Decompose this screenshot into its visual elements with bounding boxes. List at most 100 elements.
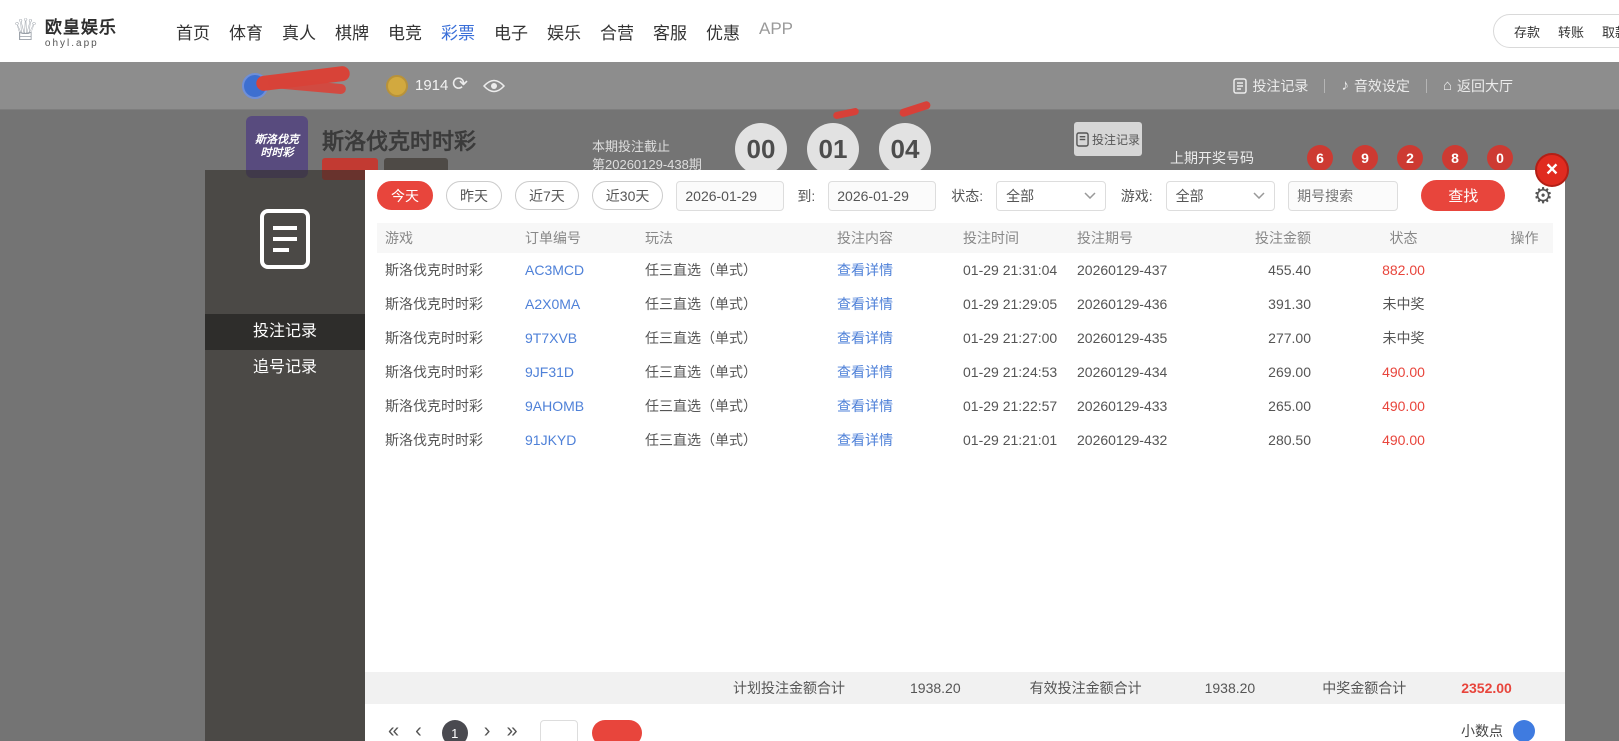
document-icon	[1076, 131, 1089, 147]
cell-status: 490.00	[1382, 398, 1425, 414]
status-select[interactable]: 全部	[996, 180, 1106, 211]
nav-item-promo[interactable]: 优惠	[706, 19, 740, 44]
game-select[interactable]: 全部	[1165, 180, 1276, 211]
gear-icon[interactable]: ⚙	[1533, 184, 1553, 207]
banner-bet-records-button[interactable]: 投注记录	[1074, 122, 1142, 156]
cell-time: 01-29 21:31:04	[963, 262, 1058, 278]
order-link[interactable]: 91JKYD	[517, 432, 637, 448]
top-navbar: ♕ 欧皇娱乐 ohyl.app 首页 体育 真人 棋牌 电竞 彩票 电子 娱乐 …	[0, 0, 1619, 62]
countdown-hours: 00	[735, 123, 787, 175]
decimal-toggle[interactable]	[1513, 720, 1535, 741]
table-row: 斯洛伐克时时彩 AC3MCD 任三直选（单式） 查看详情 01-29 21:31…	[377, 253, 1553, 287]
eye-icon[interactable]	[482, 79, 506, 98]
first-page-icon[interactable]: «	[388, 721, 399, 741]
nav-item-entertainment[interactable]: 娱乐	[547, 19, 581, 44]
last-draw-label: 上期开奖号码	[1170, 150, 1254, 166]
filter-yesterday-button[interactable]: 昨天	[446, 181, 502, 210]
filter-7days-button[interactable]: 近7天	[515, 181, 579, 210]
decimal-toggle-group: 小数点	[1461, 720, 1535, 741]
view-details-link[interactable]: 查看详情	[829, 430, 955, 450]
order-link[interactable]: 9JF31D	[517, 364, 637, 380]
game-logo: 斯洛伐克时时彩	[246, 116, 308, 178]
cell-amount: 265.00	[1268, 398, 1311, 414]
view-details-link[interactable]: 查看详情	[829, 328, 955, 348]
next-page-icon[interactable]: ›	[484, 721, 491, 741]
nav-item-service[interactable]: 客服	[653, 19, 687, 44]
status-label: 状态:	[951, 187, 984, 204]
nav-item-home[interactable]: 首页	[176, 19, 210, 44]
crown-icon: ♕	[12, 14, 39, 47]
nav-item-partner[interactable]: 合营	[600, 19, 634, 44]
date-from-input[interactable]	[676, 180, 785, 211]
transfer-button[interactable]: 转账	[1558, 22, 1584, 41]
cell-amount: 277.00	[1268, 330, 1311, 346]
order-link[interactable]: AC3MCD	[517, 262, 637, 278]
cell-status: 490.00	[1382, 432, 1425, 448]
brand-logo[interactable]: ♕ 欧皇娱乐 ohyl.app	[12, 13, 154, 50]
view-details-link[interactable]: 查看详情	[829, 260, 955, 280]
draw-ball: 8	[1442, 145, 1468, 171]
divider	[1425, 78, 1427, 93]
nav-item-board[interactable]: 棋牌	[335, 19, 369, 44]
filter-today-button[interactable]: 今天	[377, 181, 433, 210]
refresh-balance-icon[interactable]: ⟳	[452, 73, 468, 96]
bet-records-link[interactable]: 投注记录	[1233, 76, 1308, 96]
cell-game: 斯洛伐克时时彩	[385, 432, 483, 448]
deposit-button[interactable]: 存款	[1514, 22, 1540, 41]
filter-30days-button[interactable]: 近30天	[591, 181, 664, 210]
nav-item-sports[interactable]: 体育	[229, 19, 263, 44]
nav-item-lottery[interactable]: 彩票	[441, 19, 475, 44]
header-period: 投注期号	[1077, 230, 1133, 246]
nav-item-slots[interactable]: 电子	[494, 19, 528, 44]
status-select-value: 全部	[1006, 187, 1035, 204]
cell-game: 斯洛伐克时时彩	[385, 296, 483, 312]
sidebar-item-chase-records[interactable]: 追号记录	[205, 350, 365, 386]
cell-period: 20260129-434	[1077, 364, 1168, 380]
deadline-label: 本期投注截止	[592, 139, 671, 154]
sidebar-item-bet-records[interactable]: 投注记录	[205, 314, 365, 350]
date-to-input[interactable]	[828, 180, 937, 211]
view-details-link[interactable]: 查看详情	[829, 396, 955, 416]
page-jump-confirm-button[interactable]	[591, 720, 642, 741]
cell-play: 任三直选（单式）	[645, 364, 757, 380]
order-link[interactable]: A2X0MA	[517, 296, 637, 312]
last-page-icon[interactable]: »	[506, 721, 517, 741]
brand-text: 欧皇娱乐 ohyl.app	[45, 13, 117, 49]
view-details-link[interactable]: 查看详情	[829, 294, 955, 314]
decimal-label: 小数点	[1461, 723, 1503, 739]
user-bar: 1914 ⟳ 投注记录 ♪ 音效设定 ⌂ 返回大厅	[0, 62, 1619, 110]
countdown-minutes: 01	[807, 123, 859, 175]
prev-page-icon[interactable]: ‹	[415, 721, 422, 741]
page-jump-input[interactable]	[539, 720, 578, 741]
brand-name: 欧皇娱乐	[44, 18, 117, 37]
cell-time: 01-29 21:27:00	[963, 330, 1058, 346]
pagination-bar: « ‹ 1 › » 小数点	[365, 704, 1565, 741]
table-header-row: 游戏 订单编号 玩法 投注内容 投注时间 投注期号 投注金额 状态 操作	[377, 223, 1553, 253]
nav-item-app[interactable]: APP	[759, 19, 793, 44]
back-to-lobby-link[interactable]: ⌂ 返回大厅	[1443, 76, 1513, 96]
back-to-lobby-label: 返回大厅	[1457, 77, 1513, 94]
period-search-input[interactable]	[1288, 180, 1399, 211]
page-number-button[interactable]: 1	[441, 720, 468, 741]
order-link[interactable]: 9AHOMB	[517, 398, 637, 414]
nav-item-esports[interactable]: 电竞	[388, 19, 422, 44]
search-button[interactable]: 查找	[1421, 180, 1506, 211]
cell-time: 01-29 21:24:53	[963, 364, 1058, 380]
cell-period: 20260129-436	[1077, 296, 1168, 312]
sound-settings-link[interactable]: ♪ 音效设定	[1341, 76, 1410, 96]
cell-game: 斯洛伐克时时彩	[385, 262, 483, 278]
withdraw-button[interactable]: 取款	[1602, 22, 1619, 41]
app-root: ♕ 欧皇娱乐 ohyl.app 首页 体育 真人 棋牌 电竞 彩票 电子 娱乐 …	[0, 0, 1619, 741]
to-label: 到:	[797, 187, 816, 204]
draw-ball: 2	[1397, 145, 1423, 171]
cell-game: 斯洛伐克时时彩	[385, 330, 483, 346]
cell-time: 01-29 21:21:01	[963, 432, 1058, 448]
nav-item-live[interactable]: 真人	[282, 19, 316, 44]
table-row: 斯洛伐克时时彩 91JKYD 任三直选（单式） 查看详情 01-29 21:21…	[377, 423, 1553, 457]
view-details-link[interactable]: 查看详情	[829, 362, 955, 382]
cell-status: 未中奖	[1382, 330, 1425, 346]
cell-period: 20260129-435	[1077, 330, 1168, 346]
order-link[interactable]: 9T7XVB	[517, 330, 637, 346]
valid-total-value: 1938.20	[1204, 680, 1256, 696]
close-icon[interactable]: ×	[1535, 153, 1569, 187]
